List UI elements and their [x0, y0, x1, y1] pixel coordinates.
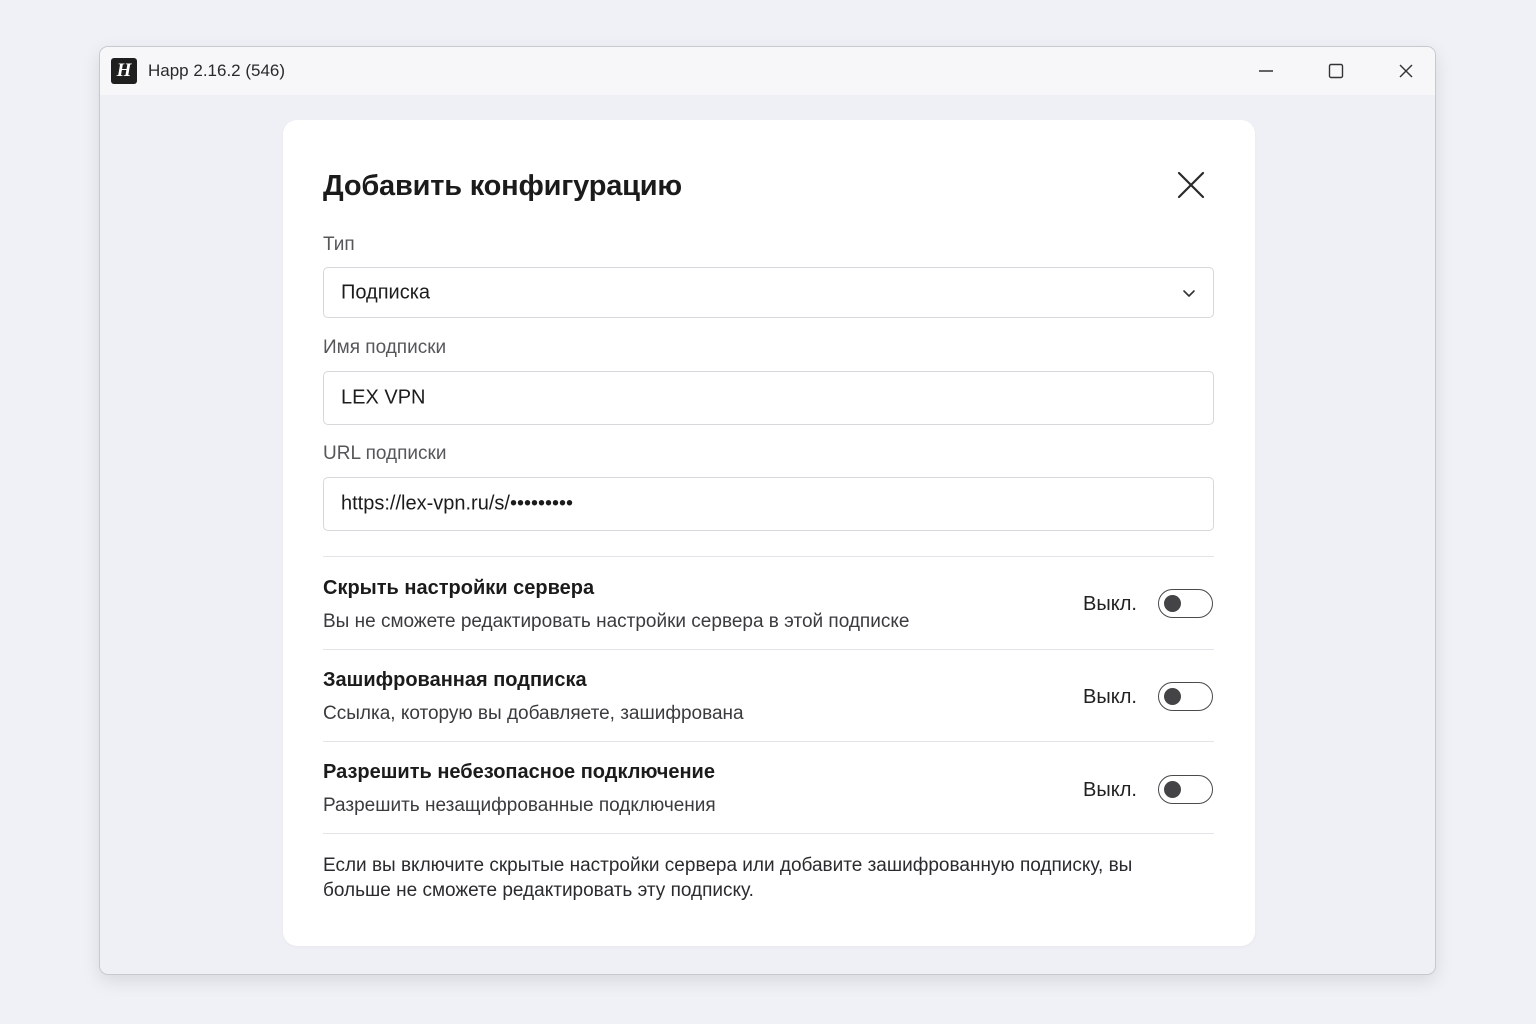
dialog-title: Добавить конфигурацию — [323, 170, 682, 202]
divider — [323, 741, 1214, 742]
option-state-label: Выкл. — [1083, 779, 1137, 801]
subscription-url-value: https://lex-vpn.ru/s/••••••••• — [341, 492, 573, 515]
encrypted-subscription-toggle[interactable] — [1158, 682, 1213, 711]
allow-insecure-connection-toggle[interactable] — [1158, 775, 1213, 804]
title-bar[interactable]: H Happ 2.16.2 (546) — [100, 47, 1435, 95]
type-label: Тип — [323, 234, 355, 255]
dialog-close-button[interactable] — [1171, 165, 1211, 205]
app-window: H Happ 2.16.2 (546) Добавить конфигураци… — [99, 46, 1436, 975]
close-icon — [1399, 64, 1413, 78]
divider — [323, 649, 1214, 650]
hide-server-settings-toggle[interactable] — [1158, 589, 1213, 618]
subscription-name-input[interactable]: LEX VPN — [323, 371, 1214, 425]
option-state-label: Выкл. — [1083, 686, 1137, 708]
option-description: Вы не сможете редактировать настройки се… — [323, 611, 910, 632]
footnote-text: Если вы включите скрытые настройки серве… — [323, 855, 1133, 901]
window-title: Happ 2.16.2 (546) — [148, 61, 286, 80]
app-logo-icon: H — [111, 58, 137, 84]
close-icon — [1177, 171, 1205, 199]
toggle-knob — [1164, 687, 1181, 705]
option-state-label: Выкл. — [1083, 593, 1137, 615]
option-title: Зашифрованная подписка — [323, 669, 587, 691]
type-select-value: Подписка — [341, 281, 431, 303]
minimize-button[interactable] — [1246, 55, 1286, 87]
subscription-url-input[interactable]: https://lex-vpn.ru/s/••••••••• — [323, 477, 1214, 531]
toggle-knob — [1164, 780, 1181, 798]
chevron-down-icon — [1181, 285, 1197, 301]
minimize-icon — [1259, 70, 1273, 72]
add-configuration-dialog: Добавить конфигурацию Тип Подписка Имя п… — [283, 120, 1255, 946]
maximize-icon — [1328, 63, 1344, 79]
window-close-button[interactable] — [1386, 55, 1426, 87]
subscription-name-label: Имя подписки — [323, 337, 447, 358]
type-select[interactable]: Подписка — [323, 267, 1214, 318]
divider — [323, 556, 1214, 557]
option-title: Разрешить небезопасное подключение — [323, 761, 715, 783]
toggle-knob — [1164, 594, 1181, 612]
divider — [323, 833, 1214, 834]
maximize-button[interactable] — [1316, 55, 1356, 87]
subscription-name-value: LEX VPN — [341, 386, 426, 409]
option-title: Скрыть настройки сервера — [323, 577, 595, 599]
option-description: Разрешить незащифрованные подключения — [323, 795, 716, 816]
subscription-url-label: URL подписки — [323, 443, 447, 464]
option-description: Ссылка, которую вы добавляете, зашифрова… — [323, 703, 744, 724]
